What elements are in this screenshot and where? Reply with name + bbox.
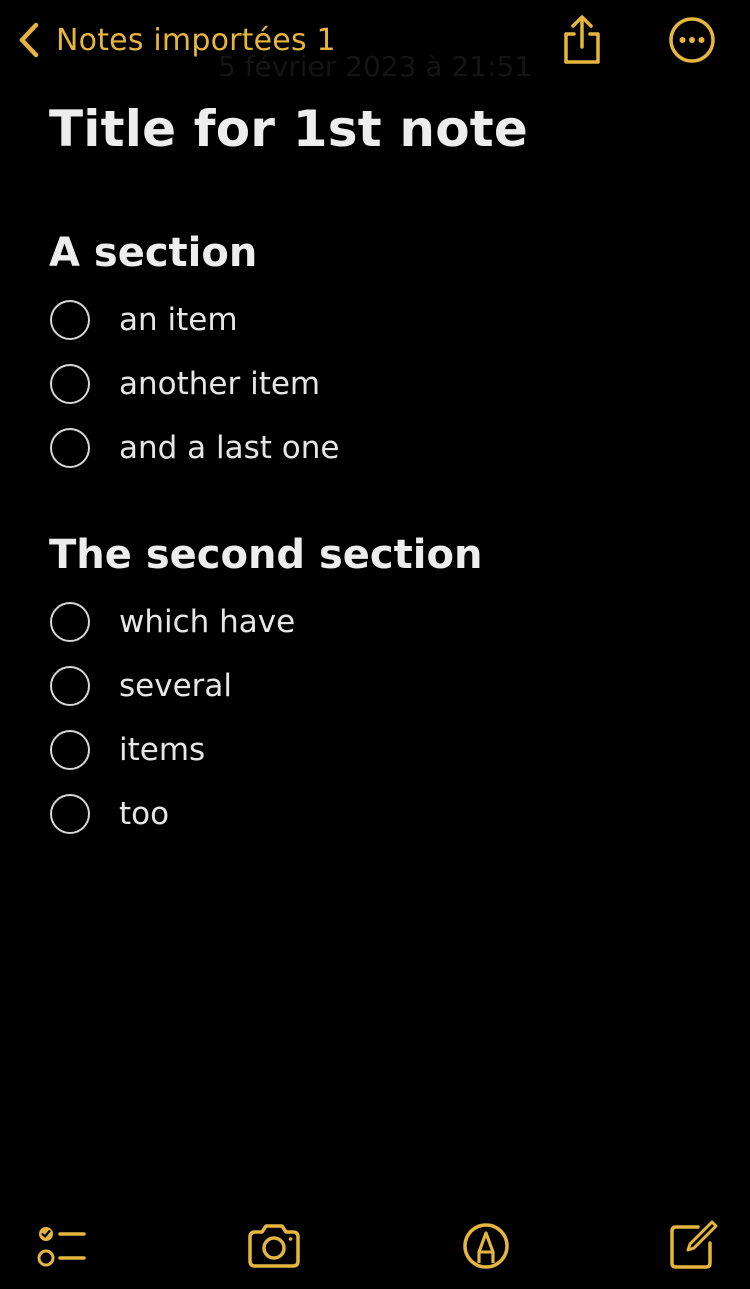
share-button[interactable] [556, 14, 608, 66]
checklist-item-label: items [119, 732, 206, 768]
section-heading[interactable]: A section [49, 230, 257, 276]
back-button[interactable]: Notes importées 1 [14, 18, 336, 62]
checkbox-circle[interactable] [50, 428, 90, 468]
checklist-item-label: another item [119, 366, 321, 402]
checklist-item[interactable]: items [50, 728, 205, 772]
checklist-item-label: which have [119, 604, 296, 640]
markup-button[interactable] [460, 1219, 512, 1273]
checklist-item[interactable]: another item [50, 362, 320, 406]
checklist-item-label: too [119, 796, 170, 832]
checklist-item-label: an item [119, 302, 238, 338]
checklist-item[interactable]: and a last one [50, 426, 339, 470]
checkbox-circle[interactable] [50, 666, 90, 706]
checkbox-circle[interactable] [50, 364, 90, 404]
ellipsis-circle-icon [669, 17, 715, 63]
checklist-item[interactable]: which have [50, 600, 295, 644]
checkbox-circle[interactable] [50, 300, 90, 340]
checklist-item[interactable]: several [50, 664, 232, 708]
compose-icon [670, 1220, 718, 1269]
checkbox-circle[interactable] [50, 794, 90, 834]
camera-button[interactable] [246, 1219, 302, 1273]
checklist-item-label: and a last one [119, 430, 340, 466]
markup-pen-icon [463, 1223, 509, 1269]
more-button[interactable] [666, 14, 718, 66]
checklist-icon [37, 1227, 86, 1267]
checklist-item[interactable]: an item [50, 298, 238, 342]
compose-button[interactable] [668, 1219, 718, 1273]
camera-icon [248, 1224, 300, 1268]
checklist-item-label: several [119, 668, 232, 704]
navigation-bar: 5 février 2023 à 21:51 Notes importées 1 [0, 0, 750, 90]
bottom-toolbar [0, 1205, 750, 1289]
chevron-left-icon [19, 22, 39, 58]
share-icon [564, 15, 600, 64]
checkbox-circle[interactable] [50, 602, 90, 642]
section-heading[interactable]: The second section [49, 532, 482, 578]
back-button-label: Notes importées 1 [56, 22, 336, 58]
checkbox-circle[interactable] [50, 730, 90, 770]
note-title[interactable]: Title for 1st note [49, 100, 528, 158]
checklist-button[interactable] [34, 1219, 90, 1273]
checklist-item[interactable]: too [50, 792, 169, 836]
